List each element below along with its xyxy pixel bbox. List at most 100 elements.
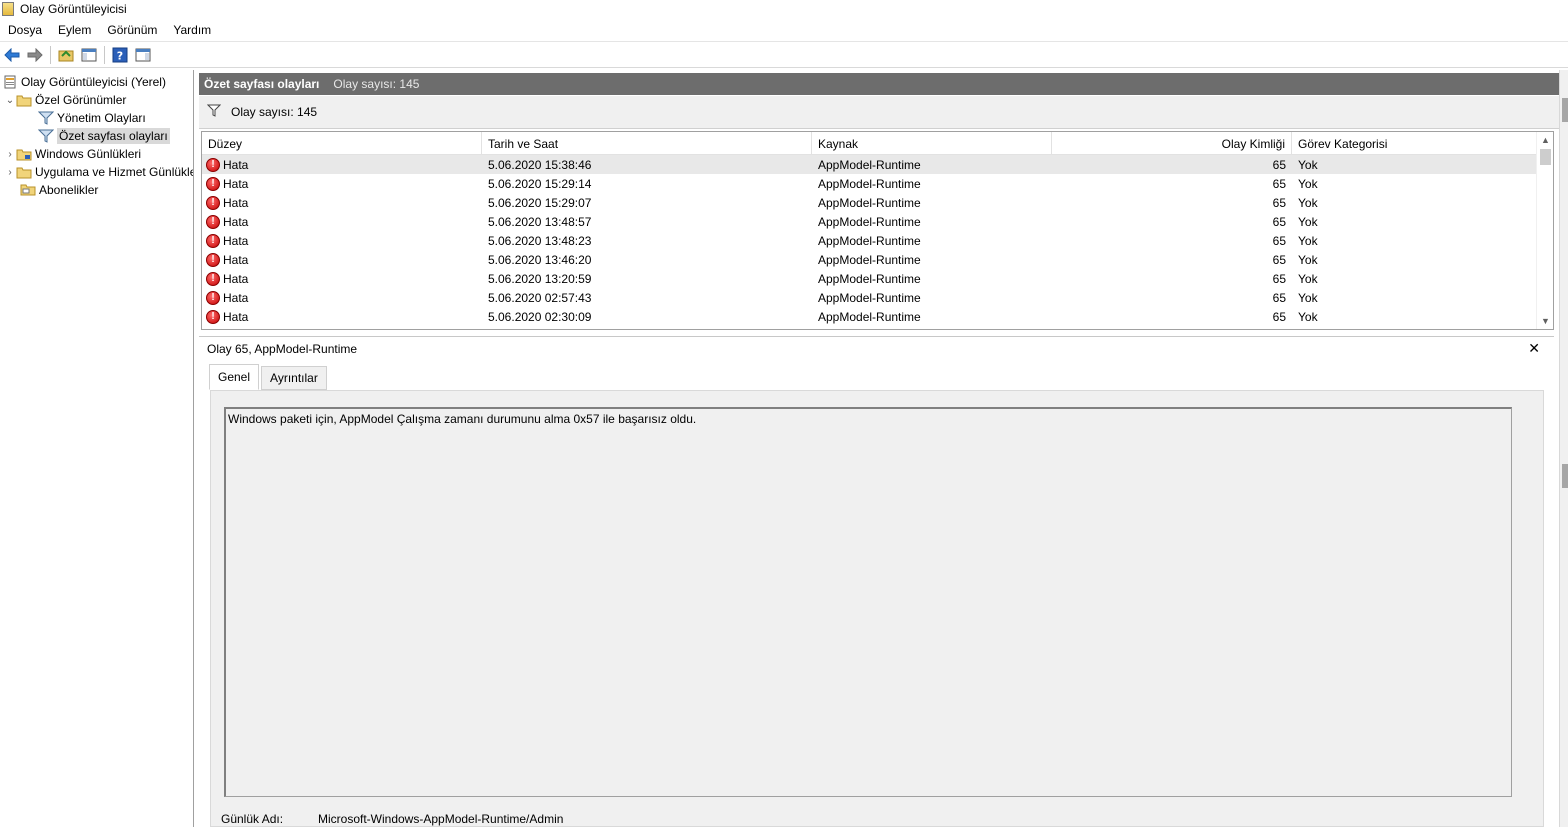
show-hide-tree-icon[interactable]	[79, 45, 99, 65]
toolbar: ?	[0, 41, 1568, 68]
scroll-down-icon[interactable]: ▼	[1537, 313, 1553, 329]
cell-level: ! Hata	[202, 250, 482, 269]
cell-source: AppModel-Runtime	[818, 290, 921, 305]
cell-datetime: 5.06.2020 13:46:20	[488, 252, 592, 267]
menu-view[interactable]: Görünüm	[99, 23, 165, 37]
tree-item-event-viewer-local[interactable]: Olay Görüntüleyicisi (Yerel)	[2, 73, 166, 91]
level-text: Hata	[223, 176, 249, 191]
table-row[interactable]: ! Hata 5.06.2020 13:46:20 AppModel-Runtime 6…	[202, 250, 1536, 269]
folder-icon	[16, 165, 32, 179]
tab-general[interactable]: Genel	[209, 364, 260, 390]
column-header-datetime[interactable]: Tarih ve Saat	[482, 132, 812, 155]
column-header-source[interactable]: Kaynak	[812, 132, 1052, 155]
cell-task-category: Yok	[1298, 252, 1318, 267]
cell-source: AppModel-Runtime	[818, 233, 921, 248]
cell-datetime: 5.06.2020 15:29:14	[488, 176, 592, 191]
detail-tabs: Genel Ayrıntılar	[209, 364, 329, 390]
filter-event-count: Olay sayısı: 145	[231, 105, 318, 119]
cell-task-category: Yok	[1298, 290, 1318, 305]
level-text: Hata	[223, 252, 249, 267]
table-row[interactable]: ! Hata 5.06.2020 15:38:46 AppModel-Runtime 6…	[202, 155, 1536, 174]
table-row[interactable]: ! Hata 5.06.2020 13:48:57 AppModel-Runtime 6…	[202, 212, 1536, 231]
error-icon: !	[206, 271, 220, 286]
cell-datetime: 5.06.2020 13:48:23	[488, 233, 592, 248]
detail-title: Olay 65, AppModel-Runtime	[207, 341, 358, 356]
cell-source: AppModel-Runtime	[818, 271, 921, 286]
table-row[interactable]: ! Hata 5.06.2020 13:48:23 AppModel-Runtime 6…	[202, 231, 1536, 250]
chevron-right-icon[interactable]: ›	[4, 149, 16, 160]
cell-event-id: 65	[1272, 176, 1286, 191]
cell-level: ! Hata	[202, 155, 482, 174]
cell-event-id: 65	[1272, 233, 1286, 248]
error-icon: !	[206, 214, 220, 229]
error-icon: !	[206, 195, 220, 210]
cell-task-category: Yok	[1298, 214, 1318, 229]
forward-arrow-icon[interactable]	[25, 45, 45, 65]
open-folder-icon[interactable]	[56, 45, 76, 65]
cell-level: ! Hata	[202, 288, 482, 307]
detail-header: Olay 65, AppModel-Runtime ✕	[199, 336, 1554, 360]
menu-file[interactable]: Dosya	[0, 23, 50, 37]
events-grid: Düzey Tarih ve Saat Kaynak Olay Kimliği …	[201, 131, 1554, 330]
column-header-task-category[interactable]: Görev Kategorisi	[1292, 132, 1536, 155]
log-name-value: Microsoft-Windows-AppModel-Runtime/Admin	[318, 812, 564, 826]
level-text: Hata	[223, 233, 249, 248]
chevron-down-icon[interactable]: ⌄	[4, 95, 16, 106]
show-hide-action-pane-icon[interactable]	[133, 45, 153, 65]
tree-item-subscriptions[interactable]: Abonelikler	[20, 181, 98, 199]
column-header-event-id[interactable]: Olay Kimliği	[1052, 132, 1292, 155]
table-row[interactable]: ! Hata 5.06.2020 02:30:09 AppModel-Runtime 6…	[202, 307, 1536, 326]
column-header-level[interactable]: Düzey	[202, 132, 482, 155]
menu-help[interactable]: Yardım	[165, 23, 219, 37]
cell-task-category: Yok	[1298, 271, 1318, 286]
event-description[interactable]: Windows paketi için, AppModel Çalışma za…	[224, 407, 1512, 797]
chevron-right-icon[interactable]: ›	[4, 167, 16, 178]
error-icon: !	[206, 309, 220, 324]
scroll-marker	[1562, 464, 1568, 488]
cell-datetime: 5.06.2020 13:20:59	[488, 271, 592, 286]
main-panel: Özet sayfası olayları Olay sayısı: 145 O…	[199, 70, 1559, 827]
window-title: Olay Görüntüleyicisi	[20, 2, 127, 16]
error-icon: !	[206, 233, 220, 248]
tree-item-application-service-logs[interactable]: › Uygulama ve Hizmet Günlükleri	[4, 163, 193, 181]
cell-source: AppModel-Runtime	[818, 176, 921, 191]
cell-task-category: Yok	[1298, 233, 1318, 248]
scroll-thumb[interactable]	[1540, 149, 1551, 165]
tree-item-custom-views[interactable]: ⌄ Özel Görünümler	[4, 91, 127, 109]
table-row[interactable]: ! Hata 5.06.2020 13:20:59 AppModel-Runtime 6…	[202, 269, 1536, 288]
scroll-up-icon[interactable]: ▲	[1537, 132, 1553, 148]
cell-level: ! Hata	[202, 307, 482, 326]
tab-details[interactable]: Ayrıntılar	[261, 366, 327, 390]
filter-icon	[38, 129, 54, 143]
back-arrow-icon[interactable]	[2, 45, 22, 65]
filter-icon	[38, 111, 54, 125]
cell-level: ! Hata	[202, 212, 482, 231]
cell-task-category: Yok	[1298, 195, 1318, 210]
tree-item-windows-logs[interactable]: › Windows Günlükleri	[4, 145, 141, 163]
log-name-row: Günlük Adı: Microsoft-Windows-AppModel-R…	[221, 812, 563, 826]
outer-vertical-scrollbar[interactable]	[1559, 70, 1568, 827]
table-row[interactable]: ! Hata 5.06.2020 02:57:43 AppModel-Runtime 6…	[202, 288, 1536, 307]
detail-body: Genel Ayrıntılar Windows paketi için, Ap…	[199, 360, 1554, 827]
cell-source: AppModel-Runtime	[818, 157, 921, 172]
cell-datetime: 5.06.2020 15:38:46	[488, 157, 592, 172]
menu-action[interactable]: Eylem	[50, 23, 99, 37]
tab-content-general: Windows paketi için, AppModel Çalışma za…	[210, 390, 1544, 827]
table-row[interactable]: ! Hata 5.06.2020 15:29:07 AppModel-Runtime 6…	[202, 193, 1536, 212]
table-row[interactable]: ! Hata 5.06.2020 15:29:14 AppModel-Runtime 6…	[202, 174, 1536, 193]
tree-item-administrative-events[interactable]: Yönetim Olayları	[38, 109, 146, 127]
log-name-label: Günlük Adı:	[221, 812, 284, 826]
menu-bar: Dosya Eylem Görünüm Yardım	[0, 20, 1568, 40]
event-viewer-app-icon	[2, 2, 14, 16]
help-icon[interactable]: ?	[110, 45, 130, 65]
level-text: Hata	[223, 290, 249, 305]
cell-event-id: 65	[1272, 309, 1286, 324]
grid-vertical-scrollbar[interactable]: ▲ ▼	[1536, 132, 1553, 329]
close-icon[interactable]: ✕	[1528, 340, 1540, 357]
cell-level: ! Hata	[202, 231, 482, 250]
filter-icon[interactable]	[206, 104, 222, 120]
tree-item-summary-page-events[interactable]: Özet sayfası olayları	[38, 127, 170, 145]
scroll-marker	[1562, 98, 1568, 122]
folder-icon	[16, 147, 32, 161]
error-icon: !	[206, 290, 220, 305]
